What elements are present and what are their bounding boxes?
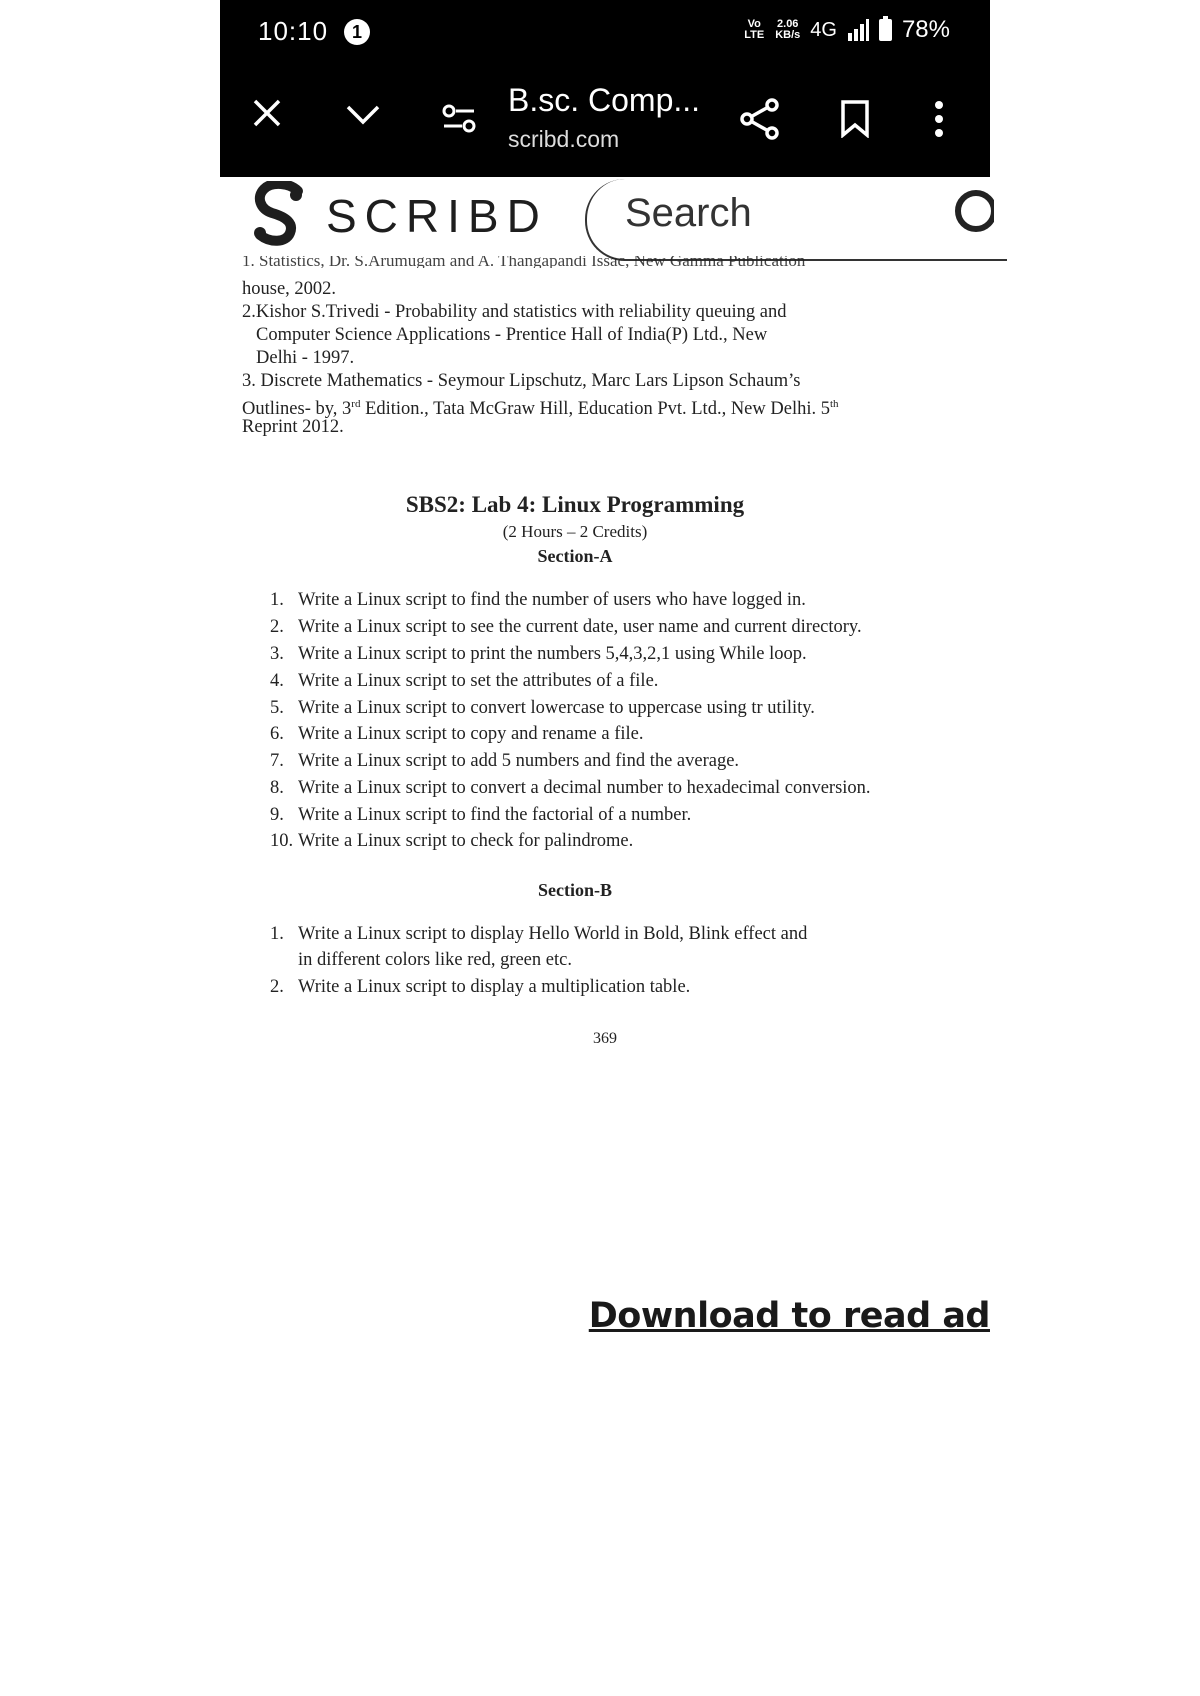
ref2-line1: 2.Kishor S.Trivedi - Probability and sta… <box>242 302 787 322</box>
list-item: 4. Write a Linux script to set the attrib… <box>270 671 658 692</box>
item-text: Write a Linux script to set the attribut… <box>298 671 659 691</box>
ref2-line2: Computer Science Applications - Prentice… <box>256 325 768 345</box>
page-url: scribd.com <box>508 126 620 152</box>
list-item: 8. Write a Linux script to convert a deci… <box>270 778 871 799</box>
list-item: 2. Write a Linux script to see the curren… <box>270 617 862 638</box>
list-item: 5. Write a Linux script to convert lowerc… <box>270 698 815 719</box>
item-text-cont: in different colors like red, green etc. <box>298 950 572 970</box>
page-number: 369 <box>593 1030 617 1047</box>
item-number: 4. <box>270 671 284 691</box>
top-bar: 10:10 1 Vo LTE 2.06 KB/s 4G 78% B.sc. Co… <box>220 0 990 177</box>
item-number: 5. <box>270 698 284 718</box>
tune-icon[interactable] <box>442 104 476 134</box>
list-item: 9. Write a Linux script to find the facto… <box>270 805 691 826</box>
list-item: 2. Write a Linux script to display a mult… <box>270 977 690 998</box>
ref3-line1: 3. Discrete Mathematics - Seymour Lipsch… <box>242 371 801 391</box>
bookmark-icon[interactable] <box>840 100 870 138</box>
close-icon[interactable] <box>250 96 284 130</box>
item-text: Write a Linux script to display Hello Wo… <box>298 924 808 944</box>
item-text: Write a Linux script to add 5 numbers an… <box>298 751 740 771</box>
ref3-sup2: th <box>829 398 839 410</box>
item-number: 8. <box>270 778 284 798</box>
item-text: Write a Linux script to see the current … <box>298 617 862 637</box>
ref3-line2-b: Edition., Tata McGraw Hill, Education Pv… <box>360 399 830 420</box>
item-text: Write a Linux script to copy and rename … <box>298 724 644 744</box>
item-number: 2. <box>270 617 284 637</box>
signal-icon <box>847 19 869 41</box>
status-indicators: Vo LTE 2.06 KB/s 4G 78% <box>743 16 950 44</box>
network-type: 4G <box>810 18 837 41</box>
page-title: B.sc. Comp... <box>508 82 701 118</box>
item-number: 7. <box>270 751 284 771</box>
scribd-logo-icon[interactable] <box>250 181 306 247</box>
scribd-brand: SCRIBD <box>326 190 548 242</box>
battery-icon <box>878 16 892 41</box>
volte-indicator: Vo LTE <box>744 18 765 41</box>
item-text: Write a Linux script to find the factori… <box>298 805 692 825</box>
ref1-cont: house, 2002. <box>242 279 337 299</box>
item-number: 2. <box>270 977 284 997</box>
item-number: 1. <box>270 924 284 944</box>
list-item: 1. Write a Linux script to display Hello … <box>270 924 807 945</box>
more-vert-icon[interactable] <box>934 100 944 138</box>
item-number: 10. <box>270 831 294 851</box>
ref3-line3: Reprint 2012. <box>242 417 344 437</box>
lab-title: SBS2: Lab 4: Linux Programming <box>405 492 745 517</box>
phone-screen: 10:10 1 Vo LTE 2.06 KB/s 4G 78% B.sc. Co… <box>220 0 1007 1696</box>
speed-indicator: 2.06 KB/s <box>775 19 800 41</box>
search-icon[interactable] <box>950 185 994 241</box>
item-number: 9. <box>270 805 284 825</box>
item-text: Write a Linux script to convert lowercas… <box>298 698 815 718</box>
scribd-header: SCRIBD Search <box>220 177 1007 267</box>
download-link[interactable]: Download to read ad <box>589 1296 991 1336</box>
list-item: 6. Write a Linux script to copy and renam… <box>270 724 643 745</box>
item-text: Write a Linux script to display a multip… <box>298 977 691 997</box>
chevron-down-icon[interactable] <box>345 104 381 126</box>
list-item: 3. Write a Linux script to print the numb… <box>270 644 807 665</box>
section-b-heading: Section-B <box>538 880 612 900</box>
item-number: 3. <box>270 644 284 664</box>
item-number: 1. <box>270 590 284 610</box>
item-text: Write a Linux script to check for palind… <box>298 831 634 851</box>
list-item: 7. Write a Linux script to add 5 numbers … <box>270 751 739 772</box>
share-icon[interactable] <box>740 98 780 140</box>
list-item: 10. Write a Linux script to check for pal… <box>270 831 633 852</box>
item-text: Write a Linux script to convert a decima… <box>298 778 871 798</box>
item-text: Write a Linux script to find the number … <box>298 590 806 610</box>
list-item: 1. Write a Linux script to find the numbe… <box>270 590 806 611</box>
item-number: 6. <box>270 724 284 744</box>
ref-cut-line: 1. Statistics, Dr. S.Arumugam and A. Tha… <box>242 256 806 268</box>
battery-percent: 78% <box>901 16 950 43</box>
notification-badge: 1 <box>344 19 370 45</box>
status-time: 10:10 <box>258 16 329 46</box>
search-placeholder[interactable]: Search <box>625 191 752 236</box>
lab-hours: (2 Hours – 2 Credits) <box>502 522 648 541</box>
item-text: Write a Linux script to print the number… <box>298 644 807 664</box>
speed-unit: KB/s <box>775 29 801 41</box>
list-item-cont: in different colors like red, green etc. <box>298 950 572 971</box>
section-a-heading: Section-A <box>537 546 613 566</box>
ref2-line3: Delhi - 1997. <box>256 348 355 368</box>
